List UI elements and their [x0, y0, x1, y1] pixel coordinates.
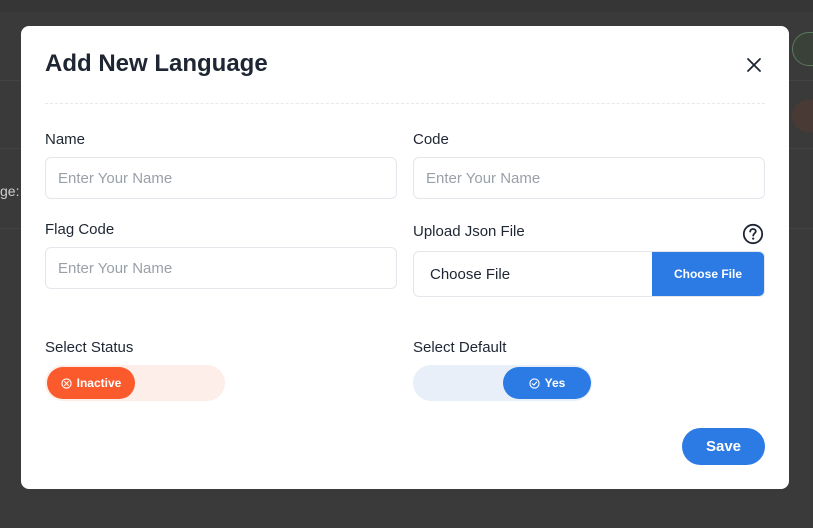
background-text: ge:	[0, 183, 20, 199]
code-label: Code	[413, 131, 449, 148]
flag-code-input[interactable]	[45, 247, 397, 289]
name-input[interactable]	[45, 157, 397, 199]
status-toggle-knob: Inactive	[47, 367, 135, 399]
default-toggle[interactable]: Yes	[413, 365, 592, 401]
choose-file-button[interactable]: Choose File	[652, 252, 764, 296]
name-label: Name	[45, 131, 86, 148]
status-toggle[interactable]: Inactive	[45, 365, 225, 401]
x-circle-icon	[61, 377, 72, 389]
file-upload-field[interactable]: Choose File Choose File	[413, 251, 765, 297]
add-language-modal: Add New Language Name Code Flag Code Upl…	[21, 26, 789, 489]
save-button[interactable]: Save	[682, 428, 765, 465]
background-header	[0, 0, 813, 12]
background-action-button	[792, 32, 813, 66]
close-icon	[747, 58, 761, 72]
select-status-label: Select Status	[45, 339, 134, 356]
modal-title: Add New Language	[45, 50, 268, 77]
close-button[interactable]	[743, 54, 765, 76]
code-input[interactable]	[413, 157, 765, 199]
file-upload-text: Choose File	[430, 266, 511, 283]
status-value: Inactive	[76, 376, 122, 390]
flag-code-label: Flag Code	[45, 221, 115, 238]
check-circle-icon	[529, 377, 540, 389]
question-circle-icon[interactable]	[742, 223, 764, 245]
default-value: Yes	[544, 376, 566, 390]
select-default-label: Select Default	[413, 339, 507, 356]
default-toggle-knob: Yes	[503, 367, 591, 399]
background-badge	[792, 100, 813, 132]
modal-divider	[45, 103, 765, 104]
upload-json-label: Upload Json File	[413, 223, 525, 240]
